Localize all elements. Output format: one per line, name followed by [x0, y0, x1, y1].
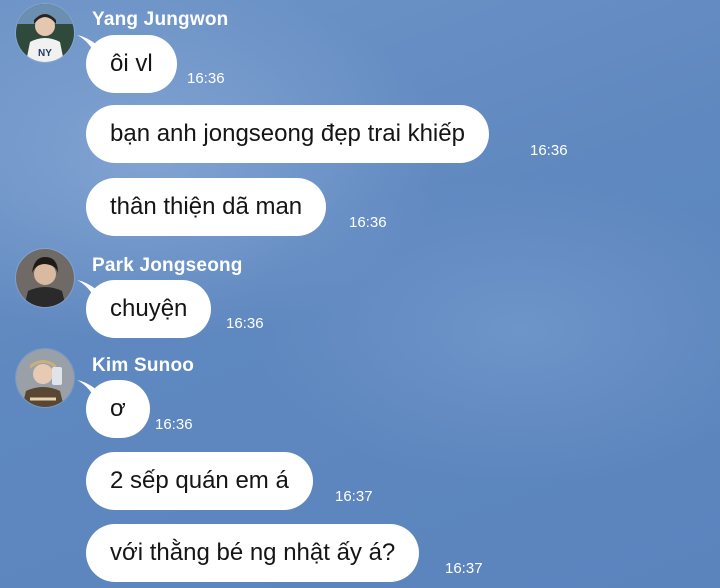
- sender-name: Kim Sunoo: [92, 355, 195, 376]
- message-text: với thằng bé ng nhật ấy á?: [110, 539, 396, 566]
- message-bubble[interactable]: chuyện: [86, 280, 212, 338]
- message-time: 16:36: [155, 416, 193, 433]
- message-bubble[interactable]: với thằng bé ng nhật ấy á?: [86, 524, 420, 582]
- avatar-kim-sunoo[interactable]: [16, 349, 74, 407]
- message-time: 16:36: [226, 315, 264, 332]
- sender-name: Yang Jungwon: [92, 9, 229, 30]
- message-text: thân thiện dã man: [110, 193, 303, 220]
- message-text: ôi vl: [110, 50, 153, 77]
- svg-text:NY: NY: [38, 48, 52, 59]
- bubble-tail: [77, 35, 97, 57]
- message-time: 16:36: [530, 142, 568, 159]
- message-time: 16:37: [335, 488, 373, 505]
- sender-name: Park Jongseong: [92, 255, 243, 276]
- message-text: ơ: [110, 395, 126, 422]
- message-bubble[interactable]: thân thiện dã man: [86, 178, 327, 236]
- bubble-tail: [77, 280, 97, 302]
- message-time: 16:37: [445, 560, 483, 577]
- message-bubble[interactable]: ôi vl: [86, 35, 177, 93]
- message-text: bạn anh jongseong đẹp trai khiếp: [110, 120, 465, 147]
- message-bubble[interactable]: 2 sếp quán em á: [86, 452, 313, 510]
- message-text: chuyện: [110, 295, 188, 322]
- avatar-yang-jungwon[interactable]: NY: [16, 4, 74, 62]
- bubble-tail: [77, 380, 97, 402]
- avatar-park-jongseong[interactable]: [16, 249, 74, 307]
- message-text: 2 sếp quán em á: [110, 467, 289, 494]
- message-time: 16:36: [187, 70, 225, 87]
- message-bubble[interactable]: bạn anh jongseong đẹp trai khiếp: [86, 105, 489, 163]
- message-time: 16:36: [349, 214, 387, 231]
